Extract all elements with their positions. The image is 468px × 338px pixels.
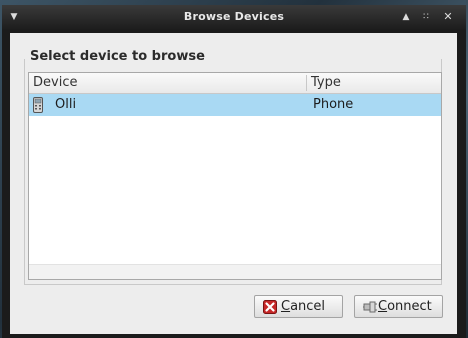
browse-devices-window: ▼ Browse Devices ▲ ∷ ✕ Select device to … [2,5,466,338]
list-item[interactable]: Olli Phone [29,94,441,116]
phone-icon [33,97,43,113]
device-type: Phone [313,97,354,112]
cancel-x-icon [263,300,277,314]
column-separator[interactable] [306,75,307,91]
maximize-icon[interactable]: ∷ [420,11,432,23]
column-header-device[interactable]: Device [33,75,77,90]
connect-label: onnect [387,299,432,314]
shade-icon[interactable]: ▲ [400,11,412,23]
horizontal-scrollbar[interactable] [29,264,441,279]
connect-plug-icon [363,301,377,313]
list-header: Device Type [29,73,441,94]
cancel-label: ancel [290,299,326,314]
dialog-content: Select device to browse Device Type Olli… [10,33,457,334]
device-name: Olli [55,97,77,112]
close-icon[interactable]: ✕ [442,11,454,23]
connect-button[interactable]: Connect [354,295,443,318]
window-title: Browse Devices [183,10,285,23]
connect-mnemonic: C [378,299,388,314]
section-title: Select device to browse [30,49,205,64]
cancel-button[interactable]: Cancel [254,295,343,318]
device-list[interactable]: Device Type Olli Phone [28,72,442,280]
titlebar[interactable]: ▼ Browse Devices ▲ ∷ ✕ [2,5,466,30]
column-header-type[interactable]: Type [311,75,341,90]
cancel-mnemonic: C [281,299,291,314]
